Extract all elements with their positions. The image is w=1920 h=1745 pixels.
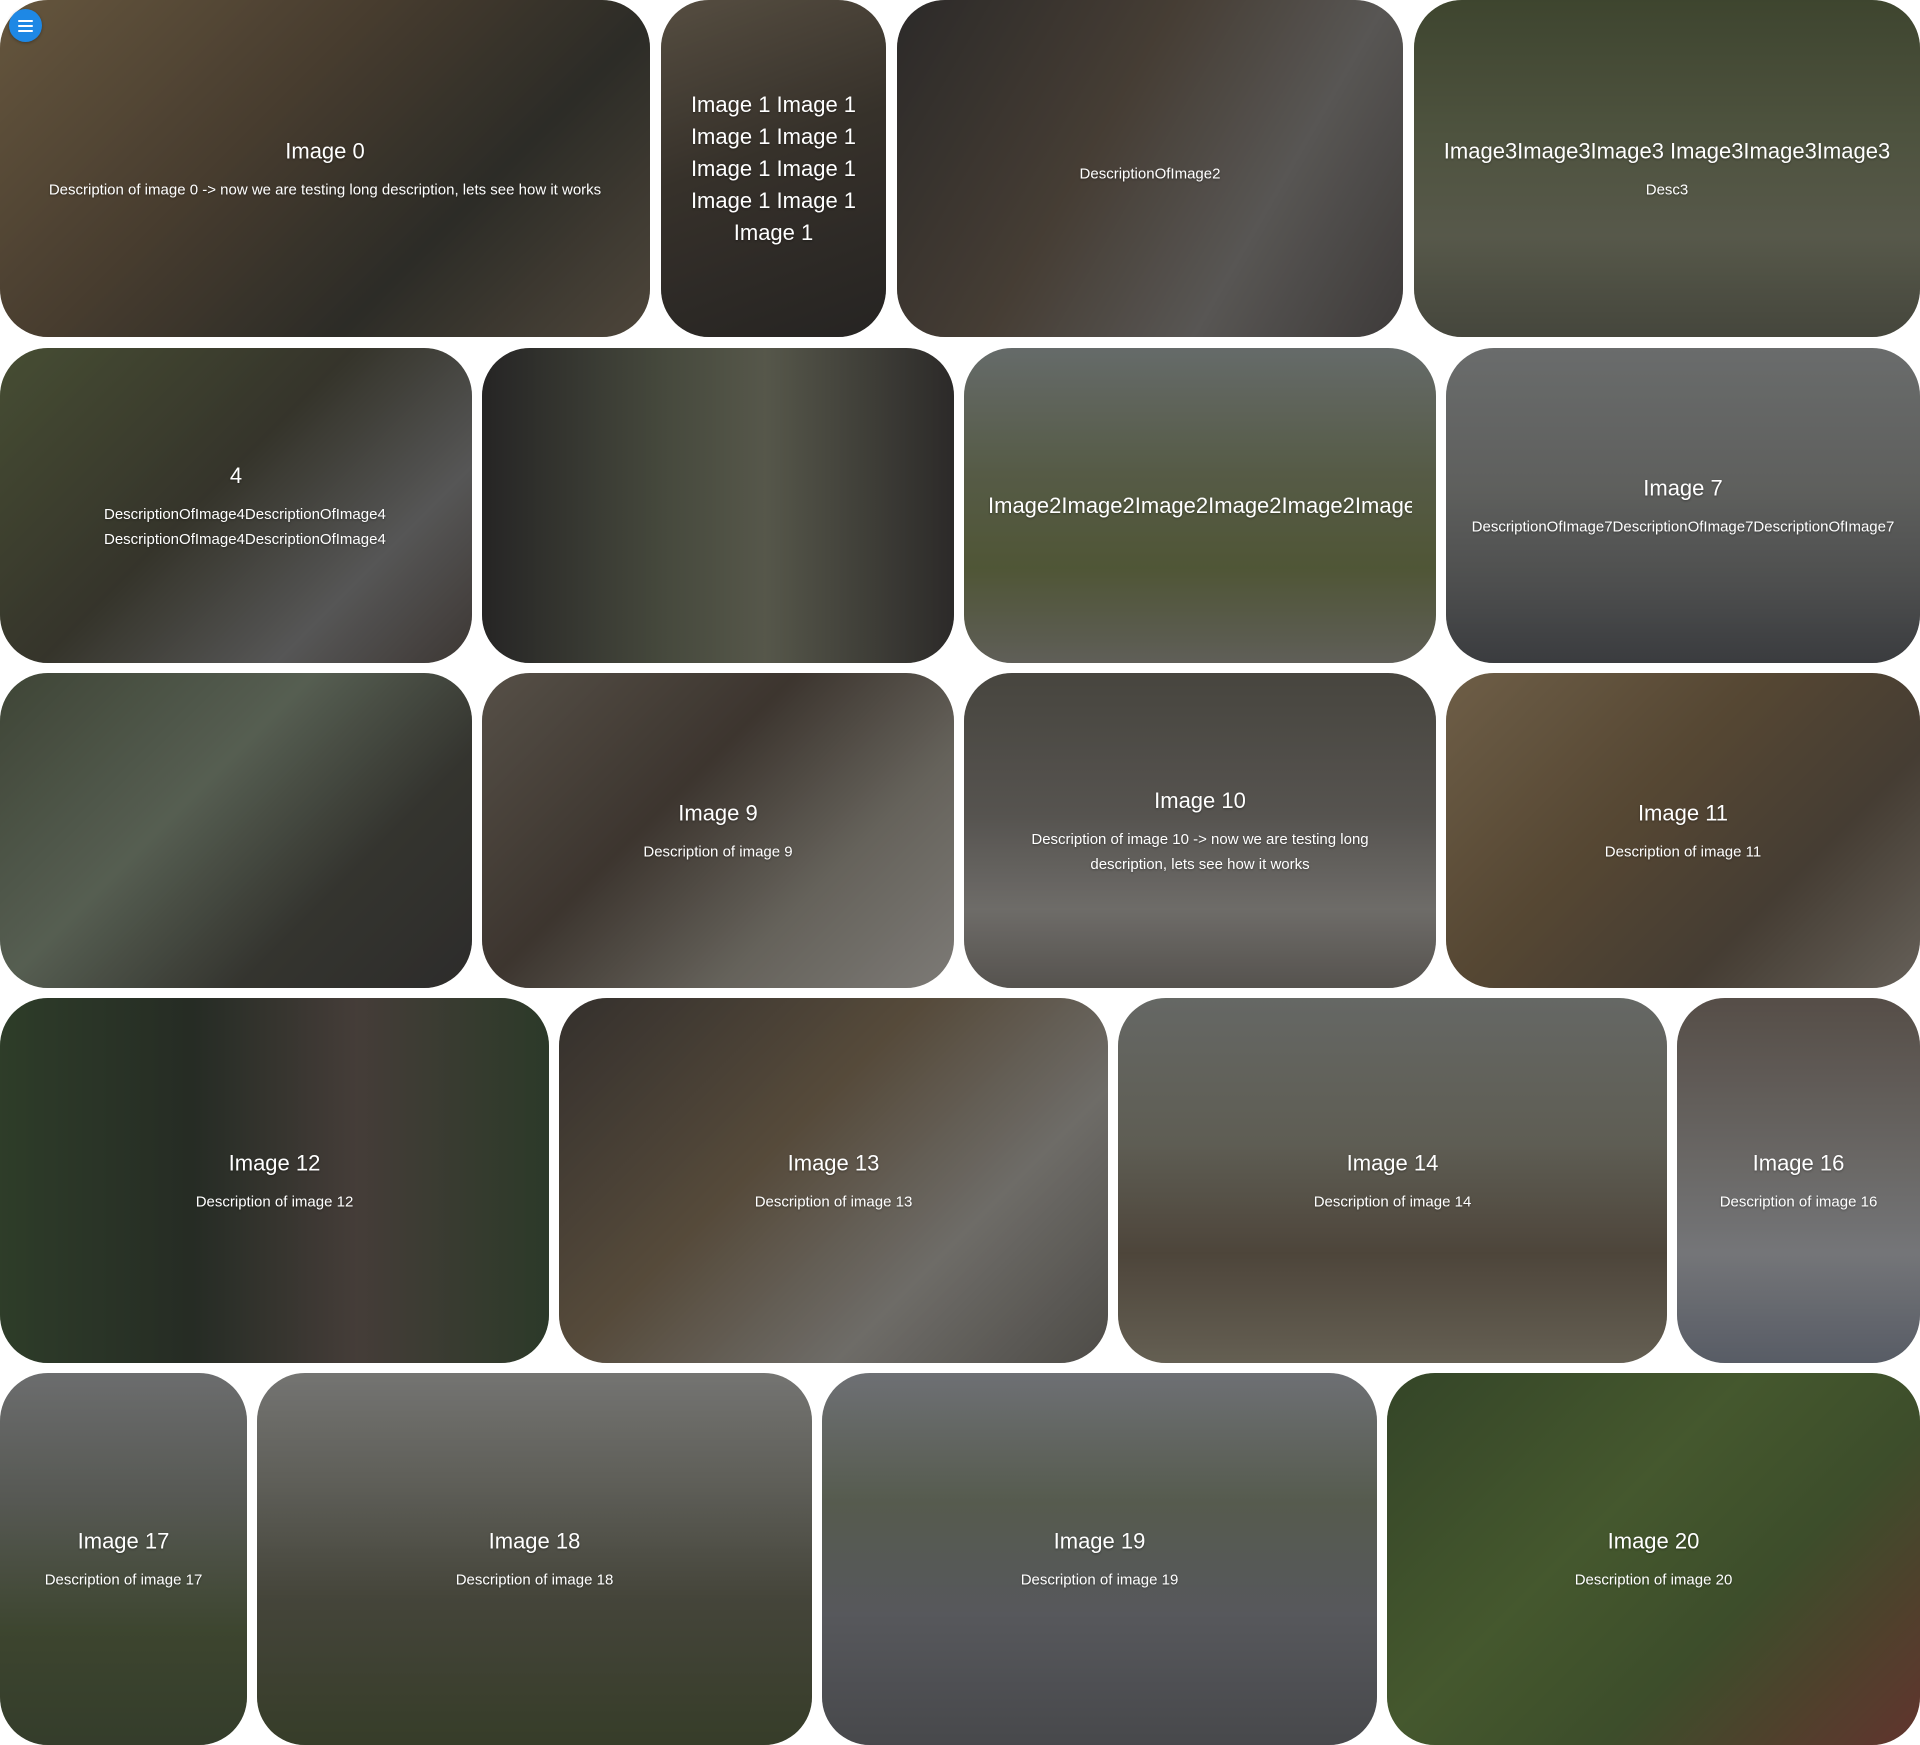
tile-title: Image 16 [1752, 1150, 1845, 1175]
tile-caption: Image 19 Description of image 19 [822, 1526, 1377, 1593]
tile-description: Description of image 9 [643, 843, 793, 860]
tile-title: Image 14 [1346, 1150, 1439, 1175]
tile-title: Image3Image3Image3 Image3Image3Image3 [1443, 138, 1891, 163]
gallery-tile[interactable] [482, 348, 954, 663]
tile-description: Description of image 11 [1604, 843, 1762, 860]
tile-title: Image 1 Image 1 Image 1 Image 1 Image 1 … [690, 91, 857, 245]
tile-caption: Image 17 Description of image 17 [0, 1526, 247, 1593]
tile-caption: Image 1 Image 1 Image 1 Image 1 Image 1 … [661, 89, 886, 249]
gallery-tile[interactable]: DescriptionOfImage2 [897, 0, 1403, 337]
gallery-tile[interactable]: Image 0 Description of image 0 -> now we… [0, 0, 650, 337]
tile-caption: DescriptionOfImage2 [897, 151, 1403, 186]
tile-caption: Image 14 Description of image 14 [1118, 1147, 1667, 1214]
tile-description: Description of image 0 -> now we are tes… [48, 181, 602, 198]
tile-description: Description of image 10 -> now we are te… [1031, 830, 1369, 873]
tile-caption: Image2Image2Image2Image2Image2Image2 [964, 490, 1436, 522]
tile-title: Image 9 [678, 800, 758, 825]
tile-caption: Image 18 Description of image 18 [257, 1526, 812, 1593]
tile-title: 4 [229, 462, 243, 488]
gallery-tile[interactable]: Image 17 Description of image 17 [0, 1373, 247, 1745]
gallery-tile[interactable]: Image 19 Description of image 19 [822, 1373, 1377, 1745]
tile-title: Image 17 [77, 1528, 170, 1554]
tile-title: Image 13 [787, 1150, 880, 1175]
tile-caption: Image 13 Description of image 13 [559, 1147, 1108, 1214]
tile-caption: 4 DescriptionOfImage4DescriptionOfImage4… [0, 460, 472, 552]
tile-description: Description of image 16 [1719, 1193, 1878, 1210]
tile-title: Image 7 [1643, 475, 1723, 500]
tile-title: Image 10 [1154, 787, 1246, 813]
tile-description: Description of image 12 [195, 1193, 354, 1210]
menu-button[interactable] [9, 9, 42, 42]
hamburger-menu-icon [18, 19, 33, 32]
gallery-tile[interactable]: Image3Image3Image3 Image3Image3Image3 De… [1414, 0, 1920, 337]
gallery-tile[interactable]: Image 13 Description of image 13 [559, 998, 1108, 1363]
tile-title: Image 0 [285, 138, 365, 163]
tile-description: Description of image 18 [455, 1571, 614, 1589]
gallery-tile[interactable]: Image 20 Description of image 20 [1387, 1373, 1920, 1745]
gallery-tile[interactable]: Image 16 Description of image 16 [1677, 998, 1920, 1363]
tile-title: Image 12 [228, 1150, 321, 1175]
tile-caption: Image 0 Description of image 0 -> now we… [0, 135, 650, 202]
tile-title: Image 18 [488, 1528, 581, 1554]
tile-description: DescriptionOfImage2 [1079, 165, 1221, 182]
gallery-tile[interactable]: Image 1 Image 1 Image 1 Image 1 Image 1 … [661, 0, 886, 337]
tile-description: DescriptionOfImage4DescriptionOfImage4 D… [104, 505, 386, 548]
tile-title: Image 19 [1053, 1528, 1146, 1554]
tile-caption: Image 10 Description of image 10 -> now … [964, 785, 1436, 877]
tile-caption: Image3Image3Image3 Image3Image3Image3 De… [1414, 135, 1920, 202]
gallery-tile[interactable]: Image 7 DescriptionOfImage7DescriptionOf… [1446, 348, 1920, 663]
gallery-tile[interactable]: 4 DescriptionOfImage4DescriptionOfImage4… [0, 348, 472, 663]
tile-description: Description of image 14 [1313, 1193, 1472, 1210]
gallery-tile[interactable]: Image2Image2Image2Image2Image2Image2 [964, 348, 1436, 663]
tile-caption: Image 16 Description of image 16 [1677, 1147, 1920, 1214]
tile-description: Desc3 [1645, 181, 1689, 198]
gallery-tile[interactable]: Image 10 Description of image 10 -> now … [964, 673, 1436, 988]
tile-caption: Image 7 DescriptionOfImage7DescriptionOf… [1446, 472, 1920, 539]
tile-description: Description of image 20 [1574, 1571, 1733, 1589]
gallery-tile[interactable]: Image 18 Description of image 18 [257, 1373, 812, 1745]
gallery-tile[interactable]: Image 9 Description of image 9 [482, 673, 954, 988]
tile-caption: Image 9 Description of image 9 [482, 797, 954, 864]
tile-title: Image 11 [1637, 800, 1729, 825]
tile-description: Description of image 17 [44, 1571, 203, 1589]
tile-description: DescriptionOfImage7DescriptionOfImage7De… [1471, 518, 1895, 535]
tile-description: Description of image 19 [1020, 1571, 1179, 1589]
tile-caption: Image 20 Description of image 20 [1387, 1526, 1920, 1593]
gallery-tile[interactable] [0, 673, 472, 988]
gallery-tile[interactable]: Image 14 Description of image 14 [1118, 998, 1667, 1363]
tile-title: Image2Image2Image2Image2Image2Image2 [988, 492, 1412, 518]
tile-description: Description of image 13 [754, 1193, 913, 1210]
tile-title: Image 20 [1607, 1528, 1700, 1554]
tile-caption: Image 12 Description of image 12 [0, 1147, 549, 1214]
gallery-tile[interactable]: Image 12 Description of image 12 [0, 998, 549, 1363]
gallery-tile[interactable]: Image 11 Description of image 11 [1446, 673, 1920, 988]
tile-caption: Image 11 Description of image 11 [1446, 797, 1920, 864]
